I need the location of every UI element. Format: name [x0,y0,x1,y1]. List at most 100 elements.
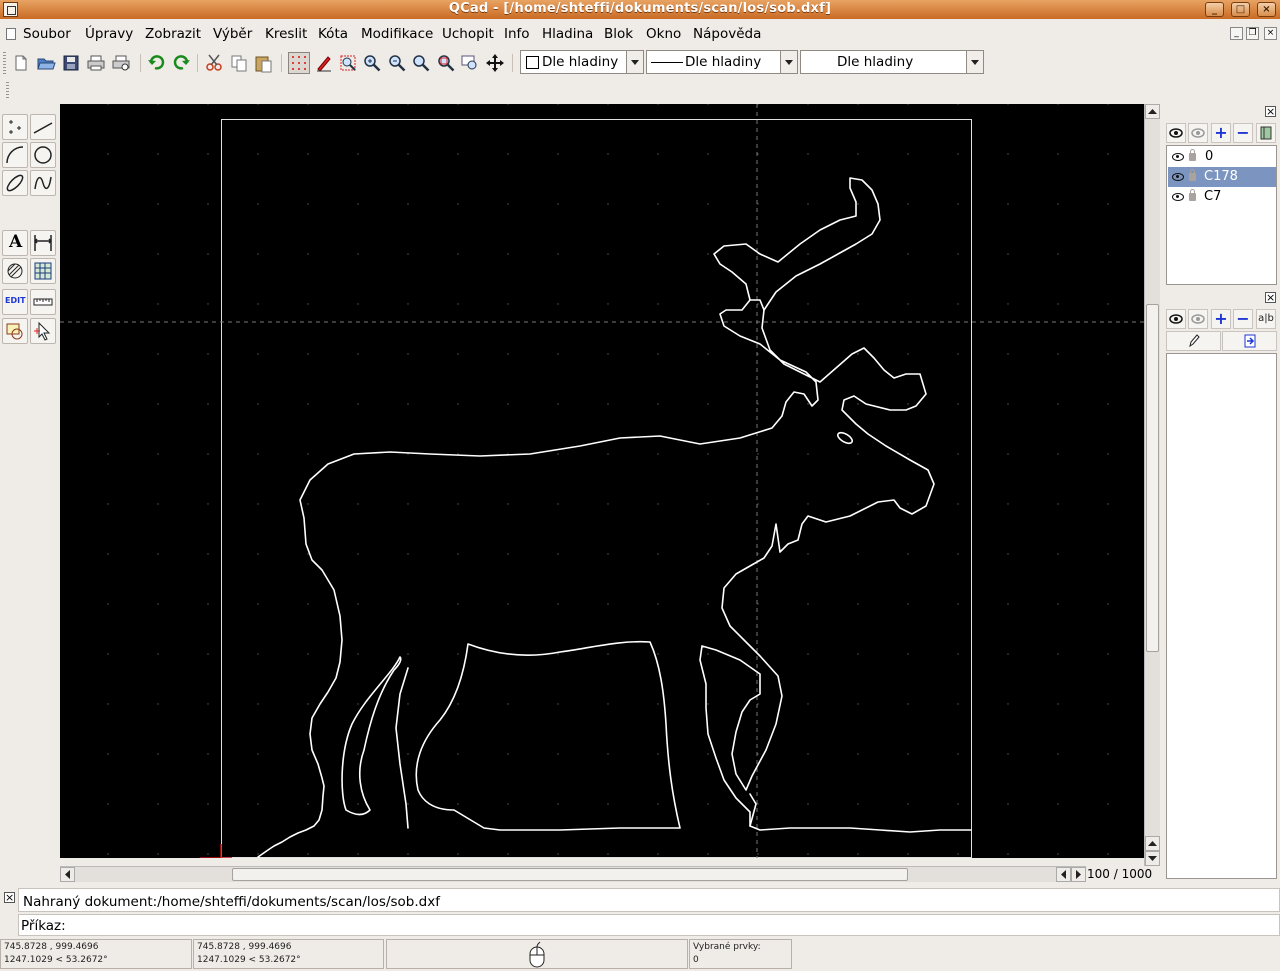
toolbar-grip[interactable] [6,82,9,98]
block-tool-button[interactable] [2,318,28,344]
close-icon[interactable]: × [1265,292,1276,303]
zoom-window-icon[interactable] [436,53,456,73]
cut-icon[interactable] [204,53,224,73]
move-view-icon[interactable] [485,53,505,73]
line-tool-button[interactable] [30,114,56,140]
scroll-up-icon[interactable] [1145,836,1160,851]
print-preview-icon[interactable] [111,53,131,73]
mdi-close-button[interactable]: × [1264,27,1277,40]
add-block-button[interactable]: + [1211,309,1231,329]
zoom-in-icon[interactable] [362,53,382,73]
document-icon[interactable] [6,28,16,40]
vertical-scrollbar[interactable] [1144,104,1160,866]
color-combo[interactable]: Dle hladiny [520,50,644,74]
ellipse-tool-button[interactable] [2,170,28,196]
layer-row-c7[interactable]: C7 [1168,187,1276,207]
hide-all-layers-icon[interactable] [1188,123,1208,143]
circle-tool-button[interactable] [30,142,56,168]
menu-uchopit[interactable]: Uchopit [442,26,494,42]
scroll-up-icon[interactable] [1145,104,1160,119]
layer-row-0[interactable]: 0 [1168,147,1276,167]
menu-okno[interactable]: Okno [646,26,681,42]
block-attributes-button[interactable]: a|b [1256,309,1276,329]
zoom-pan-icon[interactable] [460,53,480,73]
chevron-down-icon[interactable] [626,51,643,73]
scroll-down-icon[interactable] [1145,851,1160,866]
scroll-left-icon[interactable] [60,867,75,882]
mdi-restore-button[interactable]: ❐ [1246,27,1259,40]
text-tool-button[interactable]: A [2,230,28,256]
add-layer-button[interactable]: + [1211,123,1231,143]
spline-tool-button[interactable] [30,170,56,196]
command-input[interactable]: Příkaz: [18,914,1280,936]
layer-list-panel: × + − 0 C178 C7 [1163,104,1280,286]
menu-modifikace[interactable]: Modifikace [361,26,433,42]
zoom-out-icon[interactable] [387,53,407,73]
image-tool-button[interactable] [30,258,56,284]
mdi-minimize-button[interactable]: _ [1230,27,1243,40]
remove-block-button[interactable]: − [1233,309,1253,329]
points-tool-button[interactable] [2,114,28,140]
zoom-previous-icon[interactable] [411,53,431,73]
show-all-blocks-icon[interactable] [1166,309,1186,329]
scroll-left-icon[interactable] [1056,867,1071,882]
eye-icon[interactable] [1172,193,1184,201]
toolbar-grip[interactable] [3,52,6,74]
eye-icon[interactable] [1172,153,1184,161]
undo-icon[interactable] [147,53,167,73]
menu-napoveda[interactable]: Nápověda [693,26,761,42]
layer-row-c178[interactable]: C178 [1168,167,1276,187]
new-file-icon[interactable] [11,53,31,73]
horizontal-scroll-thumb[interactable] [232,868,908,881]
hide-all-blocks-icon[interactable] [1188,309,1208,329]
menu-soubor[interactable]: Soubor [23,26,71,42]
menu-upravy[interactable]: Úpravy [85,26,133,42]
close-icon[interactable]: × [1265,106,1276,117]
eye-icon[interactable] [1172,173,1184,181]
scroll-right-icon[interactable] [1071,867,1086,882]
drawing-canvas[interactable] [60,104,1144,858]
menu-hladina[interactable]: Hladina [542,26,593,42]
linewidth-combo[interactable]: Dle hladiny [800,50,984,74]
measure-tool-button[interactable] [30,289,56,315]
lock-icon[interactable] [1189,169,1196,181]
zoom-auto-icon[interactable] [338,53,358,73]
lock-icon[interactable] [1189,189,1196,201]
edit-block-button[interactable] [1166,331,1221,351]
arc-tool-button[interactable] [2,142,28,168]
menu-vyber[interactable]: Výběr [213,26,252,42]
horizontal-scrollbar[interactable] [60,866,1086,882]
redo-icon[interactable] [171,53,191,73]
menu-kota[interactable]: Kóta [318,26,348,42]
layer-properties-icon[interactable] [1256,123,1276,143]
remove-layer-button[interactable]: − [1233,123,1253,143]
insert-block-button[interactable] [1222,331,1277,351]
redraw-icon[interactable] [314,53,334,73]
lock-icon[interactable] [1189,149,1196,161]
vertical-scroll-thumb[interactable] [1146,304,1159,652]
chevron-down-icon[interactable] [966,51,983,73]
hatch-tool-button[interactable] [2,258,28,284]
menu-blok[interactable]: Blok [604,26,633,42]
toolbar-separator [140,54,141,72]
close-button[interactable]: × [1257,2,1276,17]
print-icon[interactable] [86,53,106,73]
paste-icon[interactable] [253,53,273,73]
maximize-button[interactable]: □ [1231,2,1250,17]
show-all-layers-icon[interactable] [1166,123,1186,143]
chevron-down-icon[interactable] [780,51,797,73]
select-tool-button[interactable] [30,318,56,344]
grid-toggle-icon[interactable] [288,52,310,74]
tool-palette: A EDIT [0,104,60,884]
close-icon[interactable]: × [4,892,15,903]
menu-kreslit[interactable]: Kreslit [265,26,307,42]
open-folder-icon[interactable] [36,53,56,73]
menu-info[interactable]: Info [504,26,530,42]
copy-icon[interactable] [229,53,249,73]
menu-zobrazit[interactable]: Zobrazit [145,26,201,42]
dimension-tool-button[interactable] [30,230,56,256]
edit-tool-button[interactable]: EDIT [2,289,28,315]
save-icon[interactable] [61,53,81,73]
minimize-button[interactable]: _ [1205,2,1224,17]
linetype-combo[interactable]: Dle hladiny [646,50,798,74]
